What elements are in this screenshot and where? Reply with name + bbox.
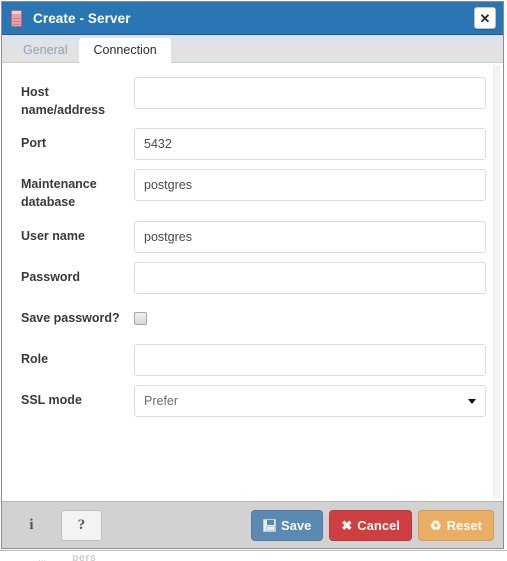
field-row-username: User name bbox=[21, 220, 486, 253]
field-row-save-password: Save password? bbox=[21, 303, 486, 335]
chevron-down-icon bbox=[468, 398, 476, 404]
connection-form: Host name/address Port Maintenance datab… bbox=[2, 63, 503, 417]
connection-form-panel: Host name/address Port Maintenance datab… bbox=[2, 63, 503, 501]
label-port: Port bbox=[21, 136, 46, 151]
maintenance-database-input[interactable] bbox=[134, 169, 486, 202]
username-input[interactable] bbox=[134, 220, 486, 253]
field-row-maintenance-database: Maintenance database bbox=[21, 169, 486, 211]
field-row-host: Host name/address bbox=[21, 77, 486, 119]
dialog-titlebar: Create - Server ✕ bbox=[2, 2, 503, 35]
label-host: Host name/address bbox=[21, 85, 106, 118]
screen: pers ... Create - Server ✕ General Conne… bbox=[0, 0, 507, 561]
label-password: Password bbox=[21, 269, 81, 284]
role-input[interactable] bbox=[134, 343, 486, 376]
close-icon[interactable]: ✕ bbox=[474, 7, 496, 29]
host-input[interactable] bbox=[134, 77, 486, 109]
label-save-password: Save password? bbox=[21, 310, 120, 325]
label-role: Role bbox=[21, 351, 49, 366]
cancel-button[interactable]: ✖ Cancel bbox=[329, 509, 412, 541]
label-maintenance-database: Maintenance database bbox=[21, 177, 97, 210]
create-server-dialog: Create - Server ✕ General Connection Hos… bbox=[1, 1, 504, 549]
ssl-mode-value: Prefer bbox=[144, 393, 179, 408]
field-row-password: Password bbox=[21, 261, 486, 294]
floppy-disk-icon bbox=[263, 518, 276, 532]
background-ghost-text-2: ... bbox=[38, 553, 47, 561]
label-ssl-mode: SSL mode bbox=[21, 392, 82, 407]
password-input[interactable] bbox=[134, 261, 486, 294]
tab-connection[interactable]: Connection bbox=[79, 37, 171, 63]
recycle-icon: ♻ bbox=[429, 517, 442, 533]
save-password-checkbox[interactable] bbox=[134, 311, 147, 325]
form-scrollbar[interactable] bbox=[493, 65, 501, 499]
close-x-icon: ✖ bbox=[341, 517, 353, 533]
tab-general[interactable]: General bbox=[11, 39, 79, 63]
ssl-mode-select[interactable]: Prefer bbox=[134, 384, 486, 417]
cancel-button-label: Cancel bbox=[357, 517, 400, 533]
help-button[interactable]: ? bbox=[61, 509, 102, 541]
save-button[interactable]: Save bbox=[251, 509, 324, 541]
reset-button-label: Reset bbox=[446, 517, 482, 533]
dialog-footer: i ? Save ✖ Cancel ♻ Reset bbox=[2, 501, 503, 548]
reset-button[interactable]: ♻ Reset bbox=[417, 509, 494, 541]
tab-bar: General Connection bbox=[2, 35, 503, 63]
info-icon[interactable]: i bbox=[11, 510, 52, 541]
save-button-label: Save bbox=[281, 517, 312, 533]
server-icon bbox=[11, 9, 22, 27]
dialog-title: Create - Server bbox=[33, 10, 131, 26]
label-username: User name bbox=[21, 228, 85, 243]
field-row-port: Port bbox=[21, 128, 486, 161]
background-ghost-text: pers bbox=[72, 552, 97, 561]
field-row-ssl-mode: SSL mode Prefer bbox=[21, 384, 486, 417]
port-input[interactable] bbox=[134, 128, 486, 161]
field-row-role: Role bbox=[21, 343, 486, 376]
